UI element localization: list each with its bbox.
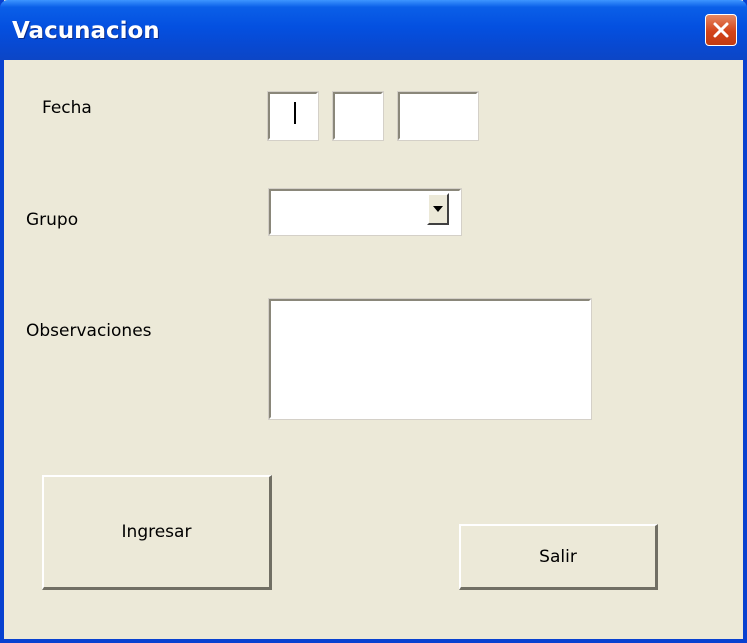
close-icon xyxy=(713,22,729,38)
fecha-year-field[interactable] xyxy=(397,91,479,141)
fecha-day-field[interactable] xyxy=(267,91,319,141)
chevron-down-icon xyxy=(433,206,443,212)
observaciones-label: Observaciones xyxy=(26,321,152,341)
observaciones-textarea[interactable] xyxy=(268,298,592,420)
ingresar-button[interactable]: Ingresar xyxy=(42,475,272,590)
fecha-month-field[interactable] xyxy=(332,91,384,141)
ingresar-button-label: Ingresar xyxy=(121,522,192,542)
grupo-dropdown-button[interactable] xyxy=(427,193,449,225)
dialog-window: Vacunacion Fecha Grupo Observaciones Ing… xyxy=(0,0,747,643)
salir-button[interactable]: Salir xyxy=(459,524,658,590)
text-caret xyxy=(294,102,296,124)
close-button[interactable] xyxy=(705,14,737,46)
salir-button-label: Salir xyxy=(539,546,577,567)
title-bar[interactable]: Vacunacion xyxy=(0,0,747,60)
grupo-label: Grupo xyxy=(26,210,79,230)
grupo-select[interactable] xyxy=(268,188,462,236)
window-title: Vacunacion xyxy=(12,18,160,44)
fecha-label: Fecha xyxy=(42,98,92,118)
